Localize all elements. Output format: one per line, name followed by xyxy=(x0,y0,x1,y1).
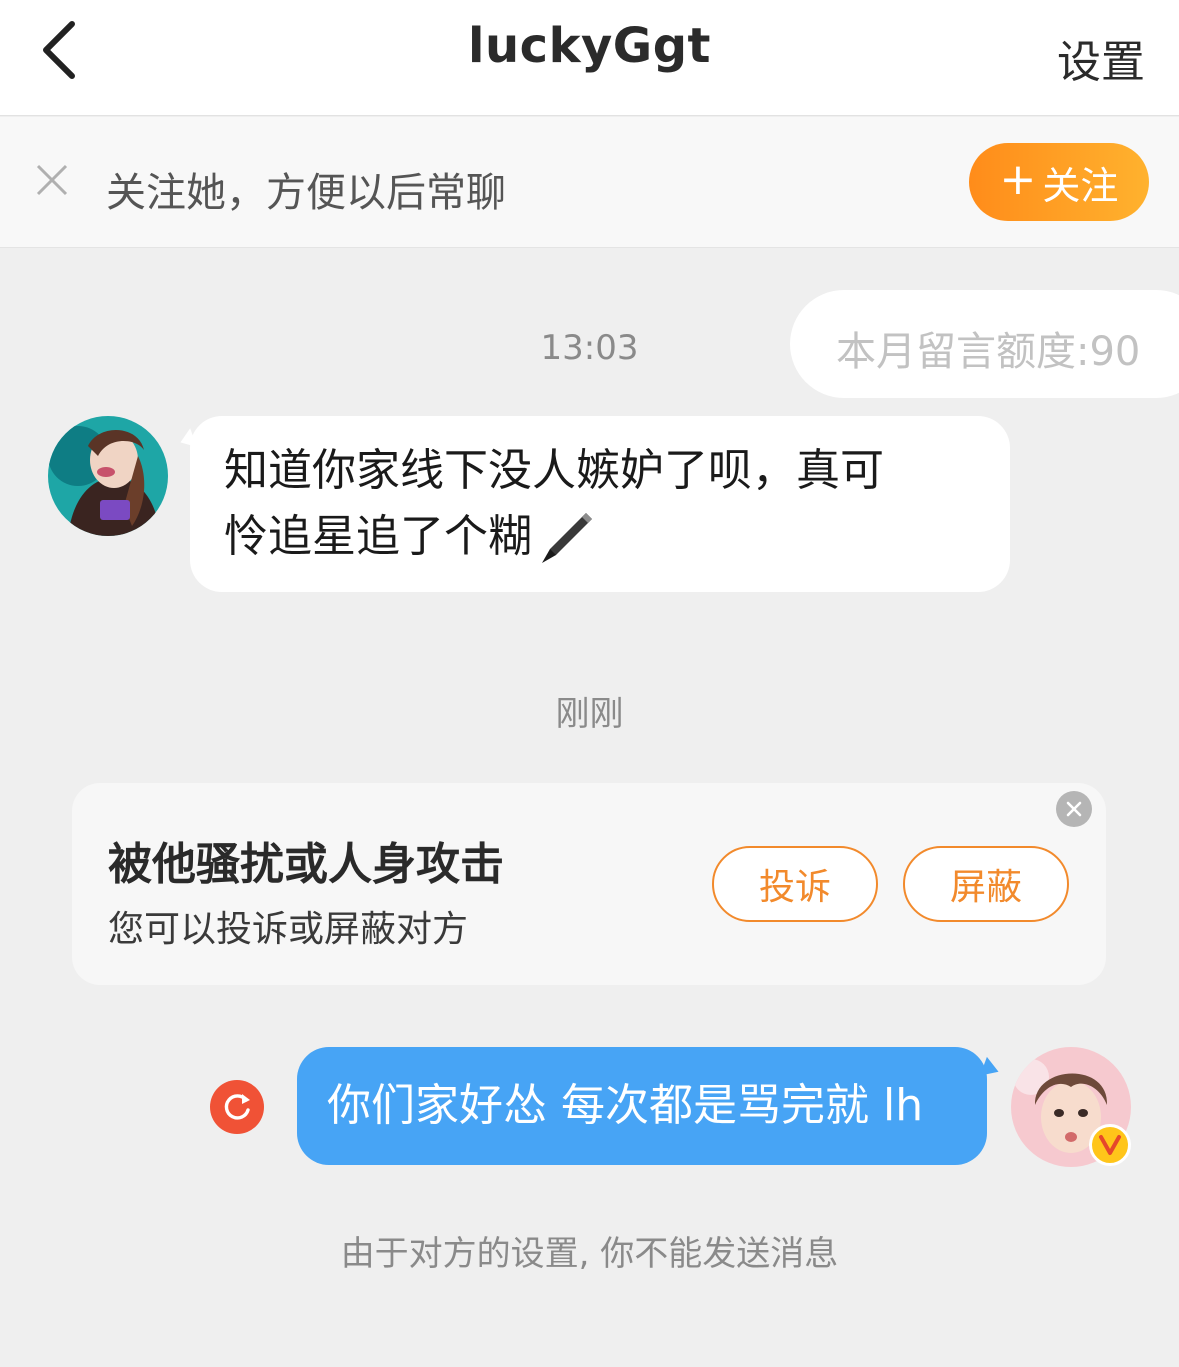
message-timestamp: 刚刚 xyxy=(555,694,624,734)
block-button[interactable]: 屏蔽 xyxy=(903,846,1069,922)
outgoing-message-text: 你们家好怂 每次都是骂完就 lh xyxy=(327,1080,924,1131)
follow-button[interactable]: + 关注 xyxy=(969,143,1149,221)
settings-button[interactable]: 设置 xyxy=(1057,26,1145,90)
plus-icon: + xyxy=(999,154,1037,205)
verified-v-badge-icon xyxy=(1089,1124,1131,1166)
complain-button[interactable]: 投诉 xyxy=(712,846,878,922)
close-icon[interactable] xyxy=(34,162,70,198)
avatar[interactable] xyxy=(48,416,168,536)
incoming-message-bubble[interactable]: 知道你家线下没人嫉妒了呗，真可 怜追星追了个糊 xyxy=(190,416,1010,592)
incoming-message-line: 知道你家线下没人嫉妒了呗，真可 xyxy=(224,445,884,496)
retry-icon[interactable] xyxy=(210,1080,264,1134)
page-title: luckyGgt xyxy=(468,18,711,74)
report-card-subtitle: 您可以投诉或屏蔽对方 xyxy=(108,909,469,950)
pen-icon xyxy=(542,513,592,563)
follow-button-label: 关注 xyxy=(1042,163,1119,208)
outgoing-message-bubble[interactable]: 你们家好怂 每次都是骂完就 lh xyxy=(297,1047,987,1165)
cannot-send-notice: 由于对方的设置, 你不能发送消息 xyxy=(340,1234,839,1274)
close-circle-icon[interactable] xyxy=(1056,791,1092,827)
incoming-message-line: 怜追星追了个糊 xyxy=(224,511,532,562)
message-timestamp: 13:03 xyxy=(540,328,639,368)
follow-prompt-text: 关注她，方便以后常聊 xyxy=(106,170,506,216)
report-card-title: 被他骚扰或人身攻击 xyxy=(108,839,504,890)
